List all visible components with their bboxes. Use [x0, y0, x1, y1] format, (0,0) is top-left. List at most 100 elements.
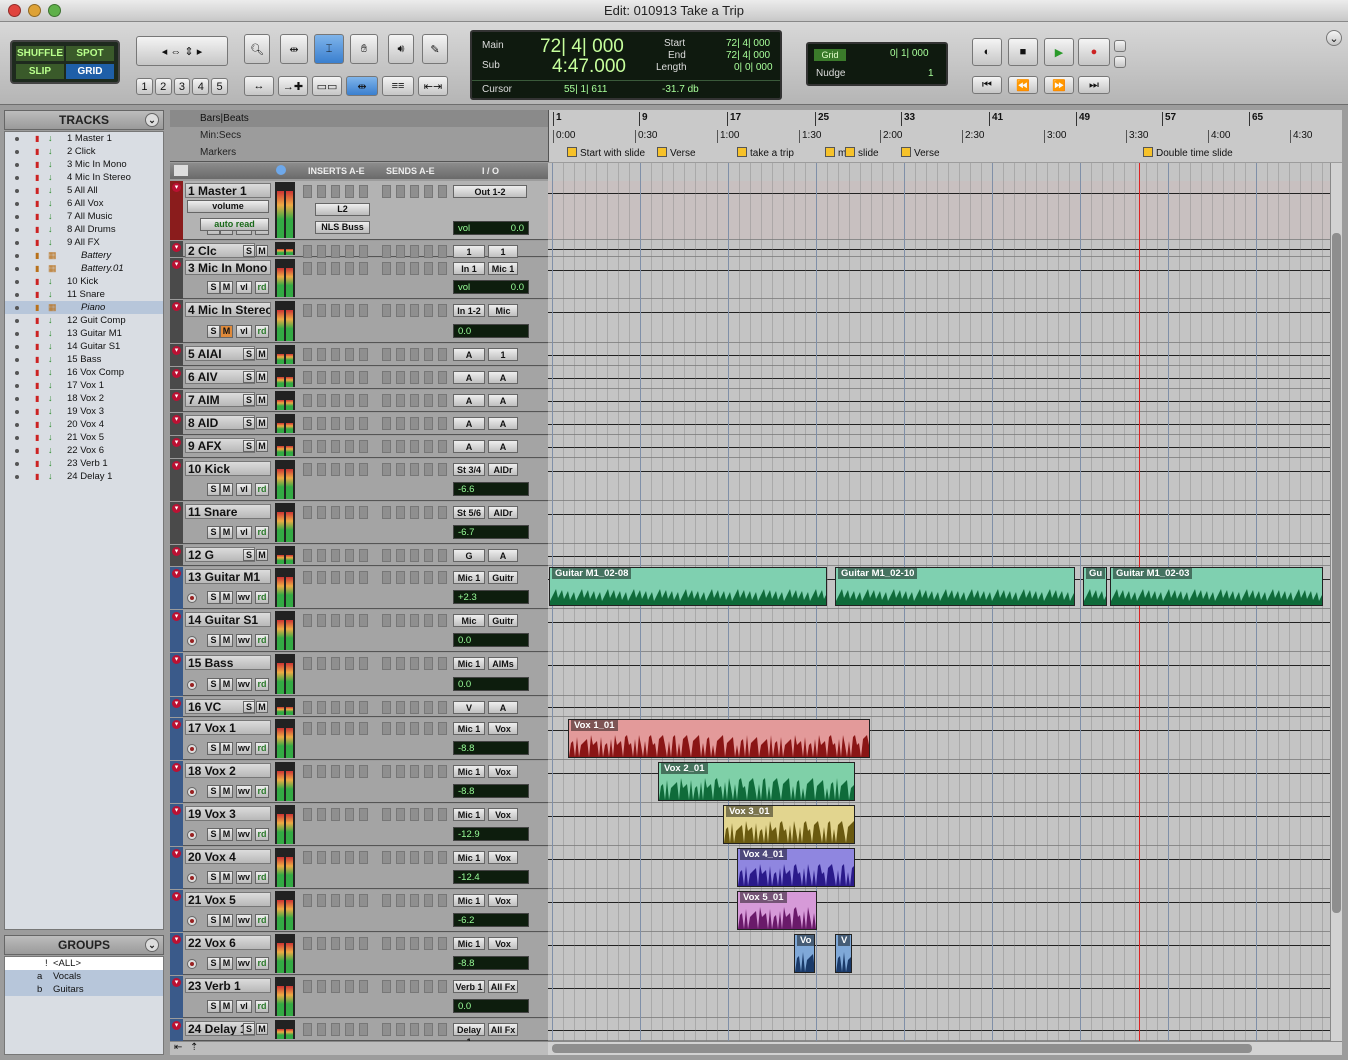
track-name[interactable]: 13 Guitar M1 [185, 569, 271, 584]
send-slot[interactable] [438, 185, 447, 198]
volume-readout[interactable]: 0.0 [453, 324, 529, 338]
solo-button[interactable]: S [207, 678, 220, 691]
send-slot[interactable] [438, 417, 447, 430]
send-slot[interactable] [396, 765, 405, 778]
solo-button[interactable]: S [243, 549, 255, 561]
insert-slot[interactable] [331, 463, 340, 476]
insert-slot[interactable] [303, 245, 312, 258]
collapse-left-icon[interactable]: ⇤ [174, 1042, 182, 1053]
vertical-scroll-thumb[interactable] [1332, 233, 1341, 913]
output-selector[interactable]: Vox [488, 937, 518, 950]
track-row[interactable]: ▾ 4 Mic In Stereo S Mvl rd In 1-2 Mic 0.0 [170, 300, 548, 343]
output-selector[interactable]: Mic [488, 304, 518, 317]
send-slot[interactable] [396, 262, 405, 275]
insert-slot[interactable] [345, 549, 354, 562]
track-name[interactable]: 22 Vox 6 [185, 935, 271, 950]
send-slot[interactable] [382, 851, 391, 864]
insert-slot[interactable] [317, 1023, 326, 1036]
zoom-window-button[interactable] [48, 4, 61, 17]
view-selector-button[interactable]: vl [236, 325, 252, 338]
input-selector[interactable]: A [453, 394, 485, 407]
insert-slot[interactable] [303, 394, 312, 407]
volume-readout[interactable]: 0.0 [453, 633, 529, 647]
send-slot[interactable] [424, 506, 433, 519]
insert-slot[interactable] [331, 980, 340, 993]
send-slot[interactable] [438, 571, 447, 584]
send-slot[interactable] [396, 417, 405, 430]
send-slot[interactable] [382, 808, 391, 821]
insert-slot[interactable] [345, 394, 354, 407]
record-enable-icon[interactable] [187, 680, 197, 690]
send-slot[interactable] [438, 506, 447, 519]
send-slot[interactable] [396, 937, 405, 950]
output-selector[interactable]: Vox [488, 894, 518, 907]
output-selector[interactable]: Vox [488, 851, 518, 864]
nudge-value[interactable]: 1 [928, 68, 934, 79]
insert-slot[interactable] [331, 657, 340, 670]
output-selector[interactable]: 1 [488, 348, 518, 361]
input-selector[interactable]: St 3/4 [453, 463, 485, 476]
insert-slot[interactable] [317, 304, 326, 317]
output-selector[interactable]: 1 [488, 245, 518, 258]
expand-track-icon[interactable]: ▾ [172, 569, 181, 578]
send-slot[interactable] [396, 808, 405, 821]
insert-slot[interactable] [331, 262, 340, 275]
show-hide-dot-icon[interactable] [15, 397, 19, 401]
insert-slot[interactable] [317, 980, 326, 993]
expand-track-icon[interactable]: ▾ [172, 763, 181, 772]
insert-slot[interactable] [331, 304, 340, 317]
insert-slot[interactable] [359, 571, 368, 584]
send-slot[interactable] [396, 549, 405, 562]
insert-slot[interactable] [345, 348, 354, 361]
horizontal-scroll-thumb[interactable] [552, 1044, 1252, 1053]
solo-button[interactable]: S [243, 348, 255, 360]
send-slot[interactable] [410, 937, 419, 950]
volume-readout[interactable]: -8.8 [453, 741, 529, 755]
zoom-preset-1[interactable]: 1 [136, 78, 153, 95]
send-slot[interactable] [410, 394, 419, 407]
expand-track-icon[interactable]: ▾ [172, 1021, 181, 1030]
marker[interactable]: Verse [657, 147, 696, 159]
insert-plugin[interactable]: NLS Buss [315, 221, 370, 234]
send-slot[interactable] [396, 657, 405, 670]
track-list-item[interactable]: ▮ ▦ Battery [5, 249, 163, 262]
insert-slot[interactable] [359, 657, 368, 670]
show-hide-dot-icon[interactable] [15, 189, 19, 193]
insert-slot[interactable] [345, 701, 354, 714]
track-list-item[interactable]: ▮ ↓ 18 Vox 2 [5, 392, 163, 405]
horizontal-scrollbar[interactable] [548, 1041, 1342, 1055]
record-enable-icon[interactable] [187, 787, 197, 797]
input-selector[interactable]: Mic 1 [453, 937, 485, 950]
send-slot[interactable] [424, 765, 433, 778]
track-row[interactable]: ▾ 11 Snare S Mvl rd St 5/6 AlDr -6.7 [170, 502, 548, 544]
insert-slot[interactable] [331, 371, 340, 384]
send-slot[interactable] [382, 701, 391, 714]
track-name[interactable]: 18 Vox 2 [185, 763, 271, 778]
insert-slot[interactable] [331, 701, 340, 714]
track-list-item[interactable]: ▮ ↓ 2 Click [5, 145, 163, 158]
track-list-item[interactable]: ▮ ↓ 10 Kick [5, 275, 163, 288]
input-selector[interactable]: Mic 1 [453, 851, 485, 864]
send-slot[interactable] [396, 245, 405, 258]
insert-slot[interactable] [345, 262, 354, 275]
output-selector[interactable]: A [488, 417, 518, 430]
spot-mode-button[interactable]: SPOT [66, 46, 114, 61]
insert-slot[interactable] [345, 417, 354, 430]
main-counter[interactable]: Main 72| 4| 000 Sub 4:47.000 Start 72| 4… [470, 30, 782, 100]
groups-panel-header[interactable]: GROUPS ⌄ [4, 935, 164, 955]
send-slot[interactable] [382, 722, 391, 735]
mute-button[interactable]: M [220, 526, 233, 539]
volume-readout[interactable]: -8.8 [453, 956, 529, 970]
send-slot[interactable] [424, 657, 433, 670]
track-list-item[interactable]: ▮ ↓ 14 Guitar S1 [5, 340, 163, 353]
send-slot[interactable] [438, 614, 447, 627]
send-slot[interactable] [424, 980, 433, 993]
solo-button[interactable]: S [207, 957, 220, 970]
automation-mode-selector[interactable]: auto read [200, 218, 269, 231]
send-slot[interactable] [410, 722, 419, 735]
send-slot[interactable] [438, 463, 447, 476]
send-slot[interactable] [424, 245, 433, 258]
send-slot[interactable] [424, 549, 433, 562]
track-row[interactable]: ▾ 20 Vox 4 S Mwv rd Mic 1 Vox -12.4 [170, 847, 548, 889]
insert-slot[interactable] [303, 571, 312, 584]
